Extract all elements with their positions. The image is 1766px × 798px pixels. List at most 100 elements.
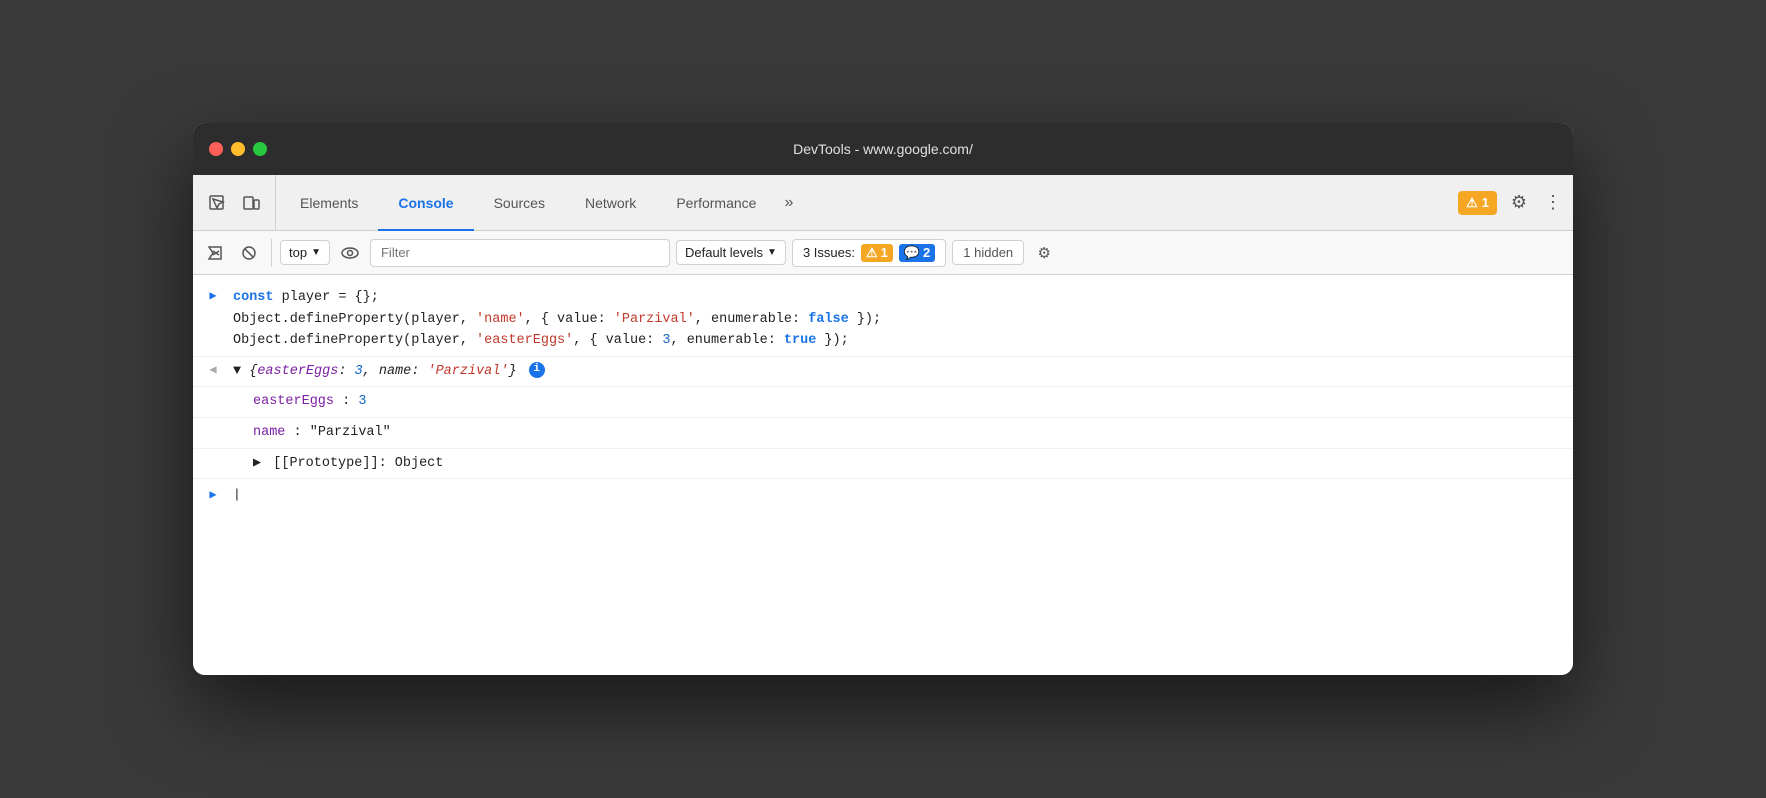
maximize-button[interactable] — [253, 142, 267, 156]
tab-elements[interactable]: Elements — [280, 176, 378, 231]
context-label: top — [289, 245, 307, 260]
prompt-cursor: | — [233, 485, 241, 506]
traffic-lights — [209, 142, 267, 156]
keyword-const: const — [233, 290, 274, 305]
live-expressions-button[interactable] — [336, 239, 364, 267]
tab-network[interactable]: Network — [565, 176, 656, 231]
minimize-button[interactable] — [231, 142, 245, 156]
hidden-label: 1 hidden — [963, 245, 1013, 260]
prop-val-parzival: "Parzival" — [310, 425, 391, 440]
hidden-count[interactable]: 1 hidden — [952, 240, 1024, 265]
code-text-9: }); — [816, 333, 848, 348]
code-text-4: , enumerable: — [695, 312, 808, 327]
code-text-7: , { value: — [573, 333, 662, 348]
settings-button[interactable]: ⚙ — [1503, 187, 1535, 219]
colon-2: : — [411, 364, 427, 379]
info-count: 2 — [923, 245, 930, 260]
colon-1: : — [338, 364, 354, 379]
eye-icon — [341, 247, 359, 259]
issues-badge[interactable]: ⚠ 1 — [1458, 191, 1497, 215]
message-icon: 💬 — [904, 245, 920, 261]
output-content: ▼ {easterEggs: 3, name: 'Parzival'} i — [233, 359, 1573, 385]
gear-icon: ⚙ — [1037, 244, 1050, 262]
log-levels-label: Default levels — [685, 245, 763, 260]
val-3: 3 — [355, 364, 363, 379]
proto-row: ▶ [[Prototype]]: Object — [193, 449, 1573, 480]
input-content: const player = {}; Object.defineProperty… — [233, 285, 1573, 354]
main-toolbar: Elements Console Sources Network Perform… — [193, 175, 1573, 231]
keyword-true: true — [784, 333, 816, 348]
info-icon[interactable]: i — [529, 362, 545, 378]
proto-triangle[interactable]: ▶ — [253, 456, 261, 471]
warning-icon: ⚠ — [1466, 195, 1478, 211]
triangle-expand[interactable]: ▼ — [233, 364, 241, 379]
console-output: ▶ const player = {}; Object.defineProper… — [193, 275, 1573, 675]
prop-indent-1 — [193, 389, 233, 391]
prop-eastereggs-row: easterEggs : 3 — [193, 387, 1573, 418]
console-output-row: ◀ ▼ {easterEggs: 3, name: 'Parzival'} i — [193, 357, 1573, 388]
issues-text: 3 Issues: — [803, 245, 855, 260]
console-prompt-row[interactable]: ▶ | — [193, 479, 1573, 512]
code-text-2: Object.defineProperty(player, — [233, 312, 476, 327]
prop-name-content: name : "Parzival" — [233, 420, 1573, 446]
more-options-button[interactable]: ⋮ — [1541, 187, 1565, 219]
comma-1: , — [363, 364, 379, 379]
string-eastereggs: 'easterEggs' — [476, 333, 573, 348]
filter-input[interactable] — [370, 239, 670, 267]
tab-performance[interactable]: Performance — [656, 176, 776, 231]
inspect-element-button[interactable] — [201, 187, 233, 219]
prop-key-name: name — [253, 425, 285, 440]
prop-name-row: name : "Parzival" — [193, 418, 1573, 449]
obj-preview: {easterEggs: 3, name: 'Parzival'} — [249, 364, 524, 379]
prop-colon-1: : — [342, 394, 358, 409]
warn-count: 1 — [881, 245, 888, 260]
input-arrow: ▶ — [193, 285, 233, 306]
prop-key-eastereggs: easterEggs — [253, 394, 334, 409]
prop-colon-2: : — [294, 425, 310, 440]
close-button[interactable] — [209, 142, 223, 156]
proto-label: [[Prototype]]: Object — [273, 456, 443, 471]
device-toolbar-button[interactable] — [235, 187, 267, 219]
console-toolbar: top ▼ Default levels ▼ 3 Issues: ⚠ 1 💬 2 — [193, 231, 1573, 275]
prop-val-3: 3 — [358, 394, 366, 409]
device-icon — [242, 194, 260, 212]
number-3-inline: 3 — [662, 333, 670, 348]
string-parzival: 'Parzival' — [614, 312, 695, 327]
toolbar-right: ⚠ 1 ⚙ ⋮ — [1458, 175, 1565, 230]
clear-console-button[interactable] — [201, 239, 229, 267]
console-input-row: ▶ const player = {}; Object.defineProper… — [193, 283, 1573, 357]
devtools-window: DevTools - www.google.com/ Elements Cons… — [193, 123, 1573, 675]
code-text-3: , { value: — [525, 312, 614, 327]
output-arrow: ◀ — [193, 359, 233, 380]
key-eastereggs: easterEggs — [257, 364, 338, 379]
info-badge: 💬 2 — [899, 244, 935, 262]
proto-indent — [193, 451, 233, 453]
log-levels-arrow-icon: ▼ — [767, 247, 777, 258]
key-name: name — [379, 364, 411, 379]
issues-panel[interactable]: 3 Issues: ⚠ 1 💬 2 — [792, 239, 946, 267]
toolbar-left — [201, 175, 276, 230]
tab-sources[interactable]: Sources — [474, 176, 565, 231]
console-settings-button[interactable]: ⚙ — [1030, 239, 1058, 267]
stop-icon — [241, 245, 257, 261]
warning-icon-2: ⚠ — [866, 245, 878, 261]
issues-count: 1 — [1482, 195, 1489, 210]
more-tabs-button[interactable]: » — [776, 175, 801, 230]
warn-badge: ⚠ 1 — [861, 244, 893, 262]
prompt-arrow: ▶ — [193, 486, 233, 505]
separator-1 — [271, 239, 272, 267]
clear-icon — [207, 245, 223, 261]
prop-eastereggs-content: easterEggs : 3 — [233, 389, 1573, 415]
code-text-6: Object.defineProperty(player, — [233, 333, 476, 348]
log-levels-selector[interactable]: Default levels ▼ — [676, 240, 786, 265]
code-text-5: }); — [849, 312, 881, 327]
code-text-1: player = {}; — [282, 290, 379, 305]
tab-console[interactable]: Console — [378, 176, 473, 231]
cursor-icon — [208, 194, 226, 212]
code-text-8: , enumerable: — [671, 333, 784, 348]
context-selector[interactable]: top ▼ — [280, 240, 330, 265]
prohibit-button[interactable] — [235, 239, 263, 267]
prop-indent-2 — [193, 420, 233, 422]
tabs: Elements Console Sources Network Perform… — [280, 175, 1458, 230]
keyword-false: false — [808, 312, 849, 327]
